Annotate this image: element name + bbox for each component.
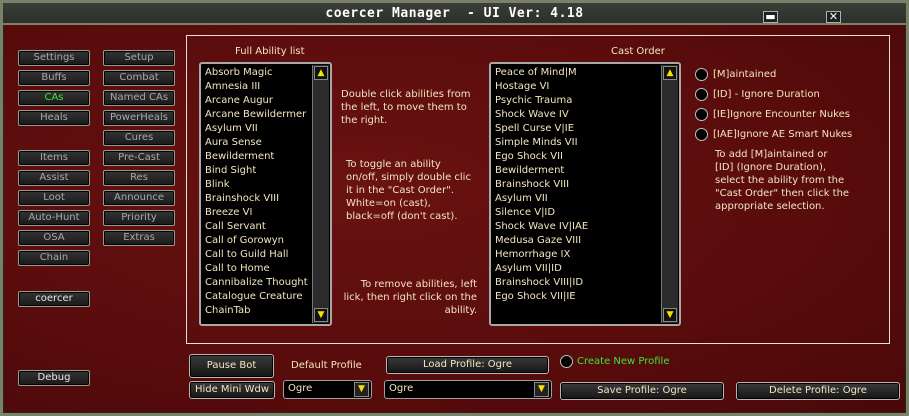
nav-heals-button[interactable]: Heals <box>18 110 90 126</box>
default-profile-label: Default Profile <box>291 360 362 371</box>
radio-button[interactable] <box>695 128 708 141</box>
create-new-profile-label[interactable]: Create New Profile <box>577 356 670 367</box>
cast-order-item[interactable]: Spell Curse V|IE <box>495 122 657 136</box>
full-list-item[interactable]: Call Servant <box>205 220 308 234</box>
scroll-up-icon[interactable]: ▲ <box>314 66 328 80</box>
nav-settings-button[interactable]: Settings <box>18 50 90 66</box>
full-list-title: Full Ability list <box>235 46 305 57</box>
scroll-down-icon[interactable]: ▼ <box>314 308 328 322</box>
cast-order-item[interactable]: Psychic Trauma <box>495 94 657 108</box>
nav-auto-hunt-button[interactable]: Auto-Hunt <box>18 210 90 226</box>
cast-order-title: Cast Order <box>611 46 665 57</box>
nav-announce-button[interactable]: Announce <box>103 190 175 206</box>
default-profile-select[interactable]: Ogre ▼ <box>283 380 372 399</box>
cast-order-scrollbar[interactable]: ▲ ▼ <box>661 65 678 323</box>
nav-assist-button[interactable]: Assist <box>18 170 90 186</box>
nav-cas-button[interactable]: CAs <box>18 90 90 106</box>
nav-priority-button[interactable]: Priority <box>103 210 175 226</box>
full-list-item[interactable]: Brainshock VIII <box>205 192 308 206</box>
nav-osa-button[interactable]: OSA <box>18 230 90 246</box>
nav-setup-button[interactable]: Setup <box>103 50 175 66</box>
load-profile-button[interactable]: Load Profile: Ogre <box>386 356 549 374</box>
nav-cures-button[interactable]: Cures <box>103 130 175 146</box>
full-list-item[interactable]: Call of Gorowyn <box>205 234 308 248</box>
nav-powerheals-button[interactable]: PowerHeals <box>103 110 175 126</box>
full-list-item[interactable]: Asylum VII <box>205 122 308 136</box>
cast-order-item[interactable]: Hostage VI <box>495 80 657 94</box>
character-name-button[interactable]: coercer <box>18 291 90 307</box>
full-list-item[interactable]: Call to Home <box>205 262 308 276</box>
cast-order-item[interactable]: Medusa Gaze VIII <box>495 234 657 248</box>
cast-order-item[interactable]: Simple Minds VII <box>495 136 657 150</box>
scroll-down-icon[interactable]: ▼ <box>663 308 677 322</box>
cast-order-item[interactable]: Shock Wave IV <box>495 108 657 122</box>
full-list-item[interactable]: Arcane Bewildermer <box>205 108 308 122</box>
profile-select-value: Ogre <box>389 383 414 394</box>
nav-buffs-button[interactable]: Buffs <box>18 70 90 86</box>
cast-order-item[interactable]: Peace of Mind|M <box>495 66 657 80</box>
full-list-item[interactable]: Bind Sight <box>205 164 308 178</box>
scroll-up-icon[interactable]: ▲ <box>663 66 677 80</box>
full-list-item[interactable]: Bewilderment <box>205 150 308 164</box>
nav-pre-cast-button[interactable]: Pre-Cast <box>103 150 175 166</box>
cast-order-item[interactable]: Asylum VII <box>495 192 657 206</box>
dropdown-arrow-icon[interactable]: ▼ <box>534 382 549 397</box>
radio-button[interactable] <box>695 68 708 81</box>
cast-order-item[interactable]: Ego Shock VII|IE <box>495 290 657 304</box>
cast-order-item[interactable]: Silence V|ID <box>495 206 657 220</box>
help-toggle-text: To toggle an ability on/off, simply doubl… <box>346 159 471 222</box>
coercer-manager-window: coercer Manager - UI Ver: 4.18 ▬ ✕ Setti… <box>0 0 909 416</box>
debug-button[interactable]: Debug <box>18 370 90 386</box>
delete-profile-button[interactable]: Delete Profile: Ogre <box>736 382 900 400</box>
cast-order-item[interactable]: Asylum VII|ID <box>495 262 657 276</box>
radio-button[interactable] <box>695 108 708 121</box>
nav-loot-button[interactable]: Loot <box>18 190 90 206</box>
cast-order-item[interactable]: Bewilderment <box>495 164 657 178</box>
full-list-item[interactable]: Amnesia III <box>205 80 308 94</box>
profile-select[interactable]: Ogre ▼ <box>384 380 552 399</box>
save-profile-button[interactable]: Save Profile: Ogre <box>560 382 724 400</box>
default-profile-value: Ogre <box>288 383 313 394</box>
nav-chain-button[interactable]: Chain <box>18 250 90 266</box>
full-list-item[interactable]: ChainTab <box>205 304 308 318</box>
hide-mini-window-button[interactable]: Hide Mini Wdw <box>189 381 275 399</box>
help-flags-text: To add [M]aintained or [ID] (Ignore Durat… <box>715 149 850 212</box>
help-move-text: Double click abilities from the left, to … <box>341 89 471 126</box>
close-icon[interactable]: ✕ <box>826 11 841 23</box>
full-list-item[interactable]: Call to Guild Hall <box>205 248 308 262</box>
nav-items-button[interactable]: Items <box>18 150 90 166</box>
help-remove-text: To remove abilities, left lick, then righ… <box>343 279 477 316</box>
nav-named-cas-button[interactable]: Named CAs <box>103 90 175 106</box>
pause-bot-button[interactable]: Pause Bot <box>189 354 274 378</box>
create-new-profile-radio[interactable] <box>560 355 573 368</box>
title-bar[interactable]: coercer Manager - UI Ver: 4.18 ▬ ✕ <box>3 3 906 25</box>
full-list-item[interactable]: Blink <box>205 178 308 192</box>
nav-res-button[interactable]: Res <box>103 170 175 186</box>
cast-order-item[interactable]: Brainshock VIII|ID <box>495 276 657 290</box>
cas-panel: Full Ability list Cast Order Absorb Magi… <box>186 35 890 344</box>
radio-button[interactable] <box>695 88 708 101</box>
full-list-item[interactable]: Arcane Augur <box>205 94 308 108</box>
full-list-item[interactable]: Absorb Magic <box>205 66 308 80</box>
nav-extras-button[interactable]: Extras <box>103 230 175 246</box>
full-list-item[interactable]: Aura Sense <box>205 136 308 150</box>
cast-order-item[interactable]: Ego Shock VII <box>495 150 657 164</box>
full-list-item[interactable]: Cannibalize Thought <box>205 276 308 290</box>
cast-order-item[interactable]: Shock Wave IV|IAE <box>495 220 657 234</box>
dropdown-arrow-icon[interactable]: ▼ <box>354 382 369 397</box>
cast-order-item[interactable]: Brainshock VIII <box>495 178 657 192</box>
minimize-icon[interactable]: ▬ <box>763 11 778 23</box>
full-list-item[interactable]: Breeze VI <box>205 206 308 220</box>
cast-order-item[interactable]: Hemorrhage IX <box>495 248 657 262</box>
cast-order-list[interactable]: Peace of Mind|M Hostage VI Psychic Trauma S… <box>489 62 681 326</box>
nav-combat-button[interactable]: Combat <box>103 70 175 86</box>
full-ability-list[interactable]: Absorb Magic Amnesia III Arcane Augur Arcan… <box>199 62 332 326</box>
full-list-item[interactable]: Catalogue Creature <box>205 290 308 304</box>
